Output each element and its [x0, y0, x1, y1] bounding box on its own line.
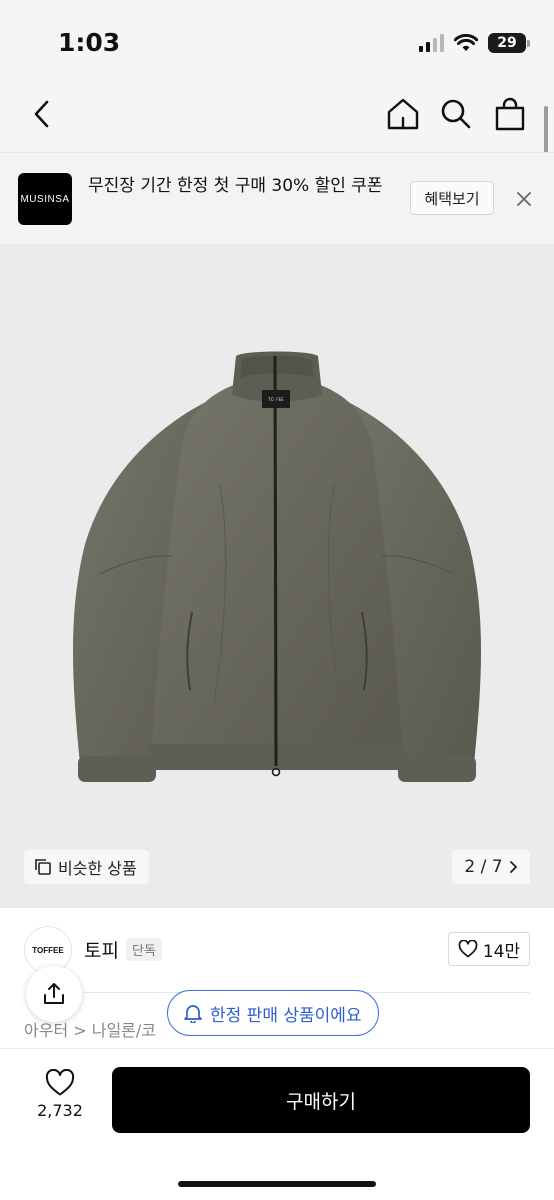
product-image-carousel[interactable]: TOFFEE 비슷한 상품 2 / 7: [0, 244, 554, 908]
musinsa-logo: MUSINSA: [18, 173, 72, 225]
image-pager[interactable]: 2 / 7: [452, 850, 530, 884]
like-button[interactable]: 14만: [448, 932, 530, 966]
benefit-button[interactable]: 혜택보기: [410, 181, 494, 215]
bottom-action-bar: 2,732 구매하기: [0, 1048, 554, 1200]
cart-button[interactable]: [488, 92, 532, 136]
heart-icon: [45, 1069, 75, 1096]
limited-sale-toast: 한정 판매 상품이에요: [167, 990, 379, 1036]
chevron-left-icon: [34, 100, 49, 128]
pager-text: 2 / 7: [464, 857, 503, 877]
promo-text: 무진장 기간 한정 첫 구매 30% 할인 쿠폰: [88, 176, 383, 196]
brand-name[interactable]: 토피: [84, 936, 119, 963]
copy-icon: [35, 859, 51, 875]
home-indicator: [178, 1181, 376, 1187]
search-button[interactable]: [434, 92, 478, 136]
close-icon: [517, 192, 531, 206]
similar-products-label: 비슷한 상품: [58, 859, 137, 878]
share-button[interactable]: [26, 966, 82, 1022]
search-icon: [441, 99, 471, 129]
promo-close-button[interactable]: [512, 187, 536, 211]
wifi-icon: [454, 34, 478, 51]
toast-text: 한정 판매 상품이에요: [210, 1005, 362, 1026]
promo-banner: MUSINSA 무진장 기간 한정 첫 구매 30% 할인 쿠폰 혜택보기: [0, 152, 554, 244]
wishlist-count: 2,732: [37, 1101, 83, 1120]
signal-icon: [419, 34, 444, 52]
brand-row: TOFFEE 토피 단독 14만: [0, 908, 554, 992]
shopping-bag-icon: [495, 97, 525, 131]
status-icons: 29: [418, 33, 530, 53]
status-time: 1:03: [58, 28, 121, 57]
home-button[interactable]: [381, 92, 425, 136]
exclusive-badge: 단독: [126, 938, 162, 961]
category-breadcrumb[interactable]: 아우터 > 나일론/코: [24, 1017, 156, 1041]
like-count: 14만: [482, 941, 521, 962]
jacket-image: TOFFEE: [73, 351, 481, 782]
share-icon: [44, 983, 64, 1004]
heart-icon: [458, 940, 478, 958]
status-bar: 1:03 29: [0, 0, 554, 80]
chevron-right-icon: [509, 861, 517, 873]
back-button[interactable]: [20, 92, 64, 136]
home-icon: [387, 98, 419, 130]
bell-icon: [184, 1005, 202, 1023]
nav-bar: [0, 80, 554, 152]
wishlist-button[interactable]: 2,732: [30, 1069, 90, 1120]
similar-products-button[interactable]: 비슷한 상품: [24, 850, 149, 884]
battery-indicator: 29: [488, 33, 530, 53]
buy-button[interactable]: 구매하기: [112, 1067, 530, 1133]
